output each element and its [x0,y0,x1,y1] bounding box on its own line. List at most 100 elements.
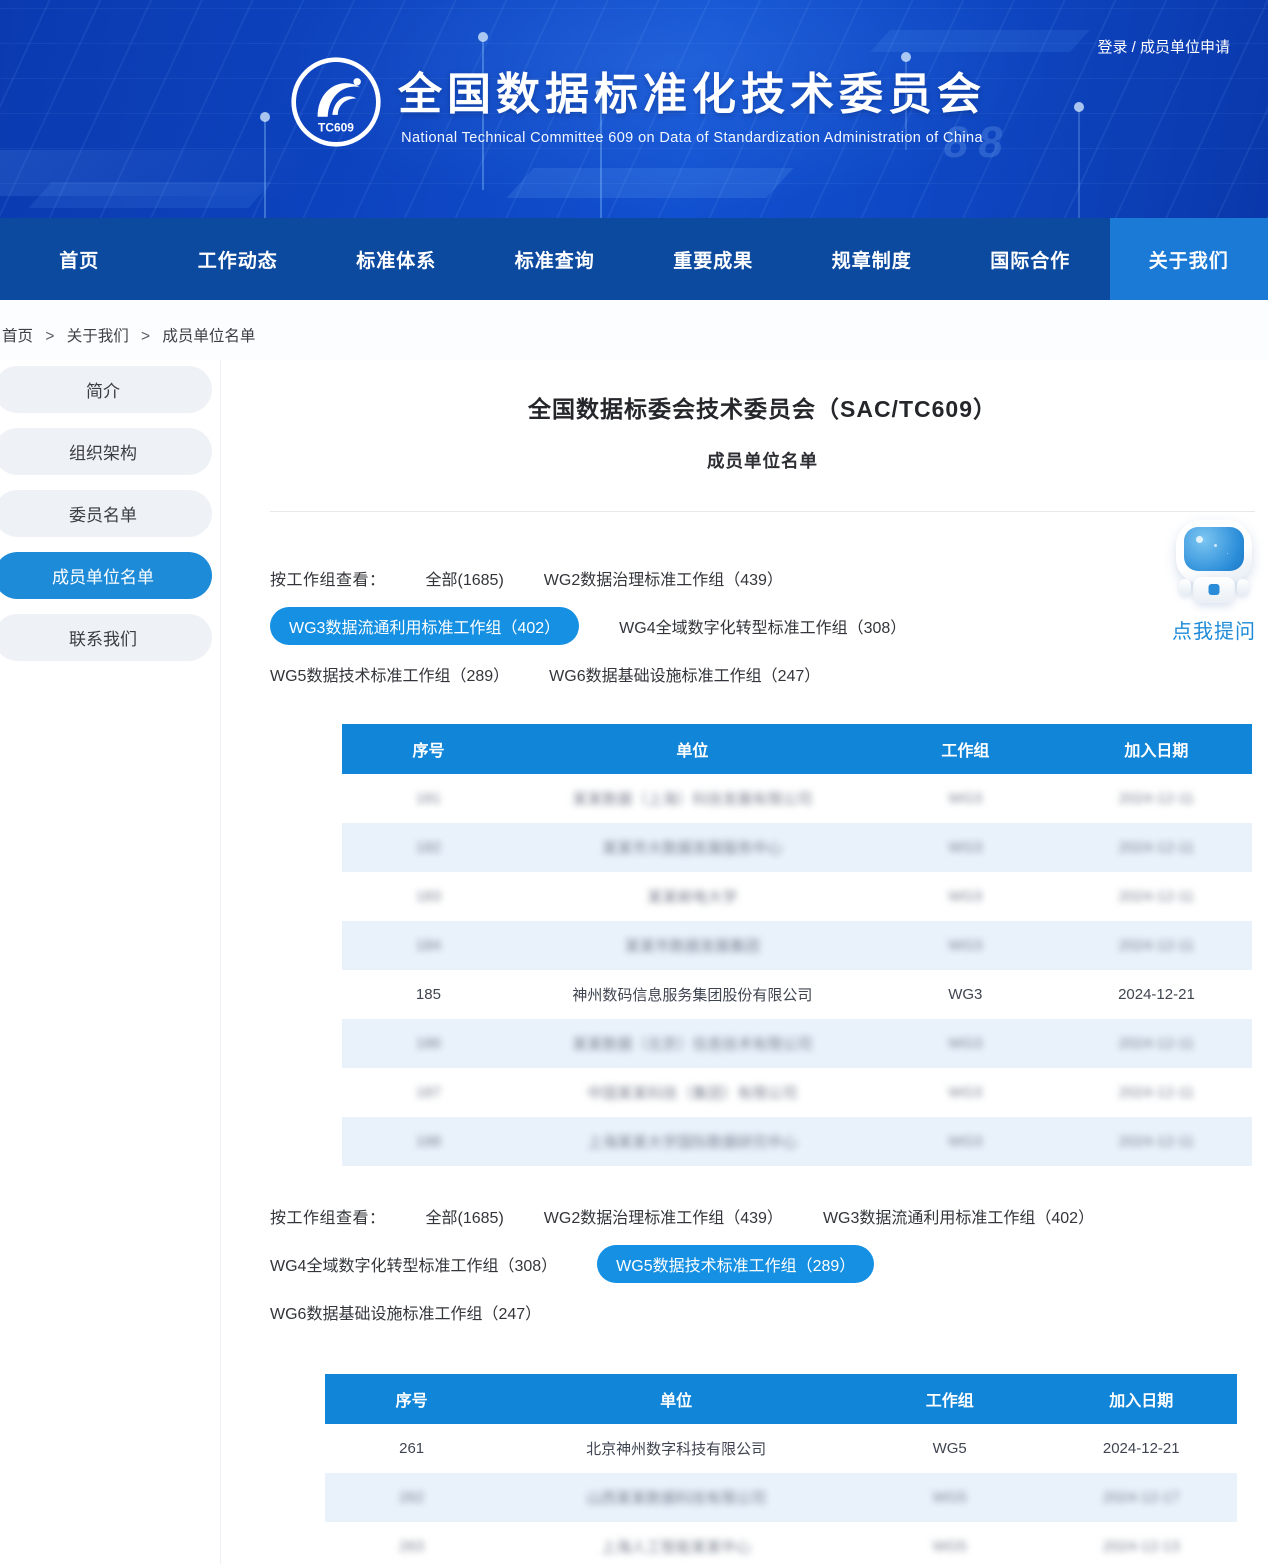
sidebar-item[interactable]: 成员单位名单 [0,552,212,599]
column-header-date: 加入日期 [1045,1374,1237,1424]
table-header: 序号 单位 工作组 加入日期 [342,724,1252,774]
column-header-group: 工作组 [854,1374,1046,1424]
nav-item-label: 工作动态 [198,246,278,273]
workgroup-filter-chip[interactable]: WG2数据治理标准工作组（439） [544,1204,783,1228]
cell-no: 188 [342,1117,515,1166]
cell-date: 2024-12-21 [1045,1424,1237,1473]
cell-group: WG3 [870,1117,1061,1166]
nav-item[interactable]: 关于我们 [1110,218,1268,300]
workgroup-filter-chip[interactable]: WG5数据技术标准工作组（289） [270,662,509,686]
breadcrumb-about[interactable]: 关于我们 [67,328,129,345]
cell-no: 261 [325,1424,498,1473]
cell-date: 2024-12-17 [1045,1473,1237,1522]
site-banner: 88 登录 / 成员单位申请 TC609 全国数据标准化技术委员会 Nation… [0,0,1268,218]
nav-item-label: 首页 [59,246,99,273]
nav-item[interactable]: 标准查询 [476,218,635,300]
cell-unit: 某某数据（北京）信息技术有限公司 [515,1019,870,1068]
banner-decoration [870,30,1090,52]
table-row: 184 某某市数据发展集团 WG3 2024-12-11 [342,921,1252,970]
table-row: 186 某某数据（北京）信息技术有限公司 WG3 2024-12-11 [342,1019,1252,1068]
cell-no: 184 [342,921,515,970]
cell-no: 185 [342,970,515,1019]
title-divider [270,511,1255,512]
workgroup-filter-chip[interactable]: WG2数据治理标准工作组（439） [544,566,783,590]
nav-item-label: 关于我们 [1149,246,1229,273]
cell-group: WG3 [870,921,1061,970]
cell-no: 181 [342,774,515,823]
login-link[interactable]: 登录 [1097,39,1127,56]
breadcrumb-separator: > [45,328,54,345]
cell-no: 182 [342,823,515,872]
workgroup-filter-chip[interactable]: WG5数据技术标准工作组（289） [597,1245,874,1283]
member-apply-link[interactable]: 成员单位申请 [1140,39,1230,56]
robot-mascot-icon [1176,520,1252,584]
cell-unit: 上海人工智能某某中心 [498,1522,854,1564]
cell-unit: 某某邮电大学 [515,872,870,921]
workgroup-filter-chip-label: WG2数据治理标准工作组（439） [544,572,783,589]
workgroup-filter-chip[interactable]: 全部(1685) [426,566,504,590]
workgroup-filter-chip[interactable]: WG4全域数字化转型标准工作组（308） [270,1252,557,1276]
table-row: 182 某某市大数据发展服务中心 WG3 2024-12-11 [342,823,1252,872]
sidebar-item[interactable]: 组织架构 [0,428,212,475]
breadcrumb-current: 成员单位名单 [162,328,255,345]
sidebar-item[interactable]: 委员名单 [0,490,212,537]
sidebar-item-label: 组织架构 [69,439,137,464]
workgroup-filter-chip[interactable]: WG3数据流通利用标准工作组（402） [823,1204,1094,1228]
column-header-unit: 单位 [515,724,870,774]
cell-no: 263 [325,1522,498,1564]
cell-group: WG5 [854,1473,1046,1522]
column-header-date: 加入日期 [1061,724,1252,774]
cell-unit: 某某数据（上海）科技发展有限公司 [515,774,870,823]
assistant-widget[interactable]: 点我提问 [1166,520,1262,644]
cell-unit: 北京神州数字科技有限公司 [498,1424,854,1473]
cell-no: 187 [342,1068,515,1117]
cell-date: 2024-12-11 [1061,921,1252,970]
workgroup-filter-chip[interactable]: WG6数据基础设施标准工作组（247） [270,1300,541,1324]
column-header-no: 序号 [325,1374,498,1424]
workgroup-filter-chip-label: 全部(1685) [426,572,504,589]
assistant-label: 点我提问 [1166,615,1262,644]
workgroup-filter-chip[interactable]: WG3数据流通利用标准工作组（402） [270,607,579,645]
nav-item[interactable]: 工作动态 [159,218,318,300]
sidebar-item-label: 成员单位名单 [52,563,154,588]
member-table-wg5: 序号 单位 工作组 加入日期 261 北京神州数字科技有限公司 WG5 2024… [325,1374,1237,1564]
table-row: 262 山西某某数据科技有限公司 WG5 2024-12-17 [325,1473,1237,1522]
cell-group: WG3 [870,970,1061,1019]
cell-group: WG3 [870,872,1061,921]
nav-item-label: 标准查询 [515,246,595,273]
site-subtitle: National Technical Committee 609 on Data… [398,130,986,146]
cell-date: 2024-12-21 [1061,970,1252,1019]
nav-item[interactable]: 规章制度 [793,218,952,300]
workgroup-filter-chip-label: WG5数据技术标准工作组（289） [270,668,509,685]
workgroup-filter-chip-label: WG4全域数字化转型标准工作组（308） [619,620,906,637]
workgroup-filter-chip-label: WG5数据技术标准工作组（289） [616,1258,855,1275]
breadcrumb: 首页 > 关于我们 > 成员单位名单 [0,300,1268,360]
workgroup-filter-chip[interactable]: 全部(1685) [426,1204,504,1228]
cell-no: 262 [325,1473,498,1522]
sidebar-item[interactable]: 简介 [0,366,212,413]
nav-item-label: 规章制度 [832,246,912,273]
nav-item[interactable]: 标准体系 [317,218,476,300]
circuit-decoration [1078,110,1080,218]
cell-date: 2024-12-13 [1045,1522,1237,1564]
nav-item[interactable]: 国际合作 [951,218,1110,300]
table-row: 261 北京神州数字科技有限公司 WG5 2024-12-21 [325,1424,1237,1473]
cell-group: WG3 [870,1068,1061,1117]
cell-unit: 某某市大数据发展服务中心 [515,823,870,872]
login-links: 登录 / 成员单位申请 [1097,36,1230,57]
sidebar-item-label: 联系我们 [69,625,137,650]
workgroup-filter-chip[interactable]: WG4全域数字化转型标准工作组（308） [619,614,906,638]
nav-item[interactable]: 重要成果 [634,218,793,300]
sidebar-item[interactable]: 联系我们 [0,614,212,661]
workgroup-filter-chip[interactable]: WG6数据基础设施标准工作组（247） [549,662,820,686]
table-row: 188 上海某某大学国际数据研究中心 WG3 2024-12-11 [342,1117,1252,1166]
nav-item-label: 国际合作 [990,246,1070,273]
login-divider: / [1132,39,1140,56]
page-title: 全国数据标委会技术委员会（SAC/TC609） [270,390,1255,424]
breadcrumb-home[interactable]: 首页 [2,328,33,345]
workgroup-filter-chip-label: WG3数据流通利用标准工作组（402） [289,620,560,637]
cell-unit: 某某市数据发展集团 [515,921,870,970]
member-table-wg3: 序号 单位 工作组 加入日期 181 某某数据（上海）科技发展有限公司 WG3 … [342,724,1252,1166]
cell-date: 2024-12-11 [1061,774,1252,823]
nav-item[interactable]: 首页 [0,218,159,300]
